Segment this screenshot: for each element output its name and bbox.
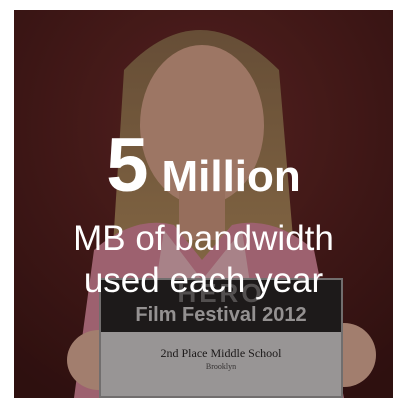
stat-headline: 5 Million [14,128,393,204]
stat-caption-line-1: MB of bandwidth [73,219,334,258]
stat-number: 5 [106,123,148,208]
stat-caption-line-2: used each year [83,261,324,300]
stat-unit: Million [161,152,301,201]
stat-tile: HERO Film Festival 2012 2nd Place Middle… [14,10,393,398]
stat-text: 5 Million MB of bandwidth used each year [14,128,393,302]
